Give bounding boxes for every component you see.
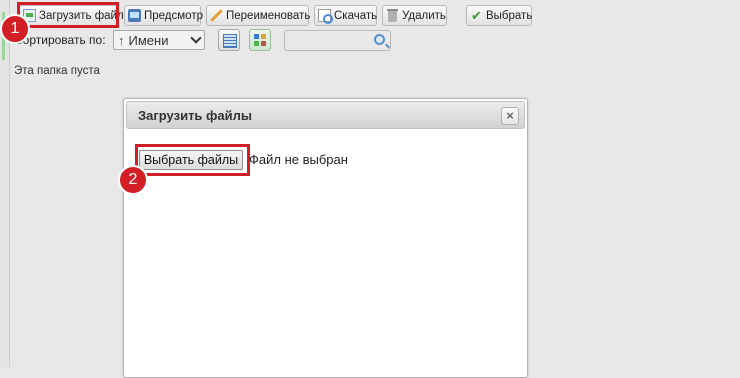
upload-dialog: Загрузить файлы × [123, 98, 528, 378]
grid-view-button[interactable] [249, 29, 271, 51]
file-status-text: Файл не выбран [249, 152, 348, 167]
search-icon[interactable] [374, 34, 385, 45]
delete-button[interactable]: Удалить [382, 5, 447, 26]
choose-files-button[interactable]: Выбрать файлы [139, 150, 243, 170]
close-icon[interactable]: × [501, 107, 519, 125]
preview-button[interactable]: Предсмотр [124, 5, 203, 26]
delete-icon [386, 9, 399, 22]
select-label: Выбрать [486, 9, 533, 22]
file-manager: Загрузить файл Предсмотр Переименовать С… [0, 0, 740, 378]
dialog-title: Загрузить файлы [138, 108, 252, 123]
sort-select[interactable]: ↑ Имени [113, 30, 205, 50]
rename-button[interactable]: Переименовать [206, 5, 311, 26]
search-input[interactable] [284, 30, 391, 51]
download-button[interactable]: Скачать [314, 5, 377, 26]
download-label: Скачать [334, 9, 378, 22]
preview-label: Предсмотр [144, 9, 203, 22]
upload-file-button[interactable]: Загрузить файл [19, 5, 124, 26]
empty-folder-text: Эта папка пуста [14, 65, 100, 77]
step-marker-1: 1 [0, 14, 30, 44]
rename-label: Переименовать [226, 9, 311, 22]
dialog-header: Загрузить файлы × [126, 101, 525, 129]
upload-file-label: Загрузить файл [39, 9, 124, 22]
delete-label: Удалить [402, 9, 446, 22]
rename-icon [210, 9, 223, 22]
download-icon [318, 9, 333, 24]
sort-selected-value: Имени [128, 32, 169, 48]
check-icon: ✔ [471, 8, 482, 23]
select-button[interactable]: ✔ Выбрать [466, 5, 532, 26]
step-marker-2: 2 [118, 165, 148, 195]
left-panel-edge [0, 0, 10, 367]
preview-icon [128, 9, 141, 22]
list-view-button[interactable] [218, 29, 240, 51]
chevron-down-icon [190, 32, 202, 44]
sort-direction-icon: ↑ [118, 32, 125, 48]
